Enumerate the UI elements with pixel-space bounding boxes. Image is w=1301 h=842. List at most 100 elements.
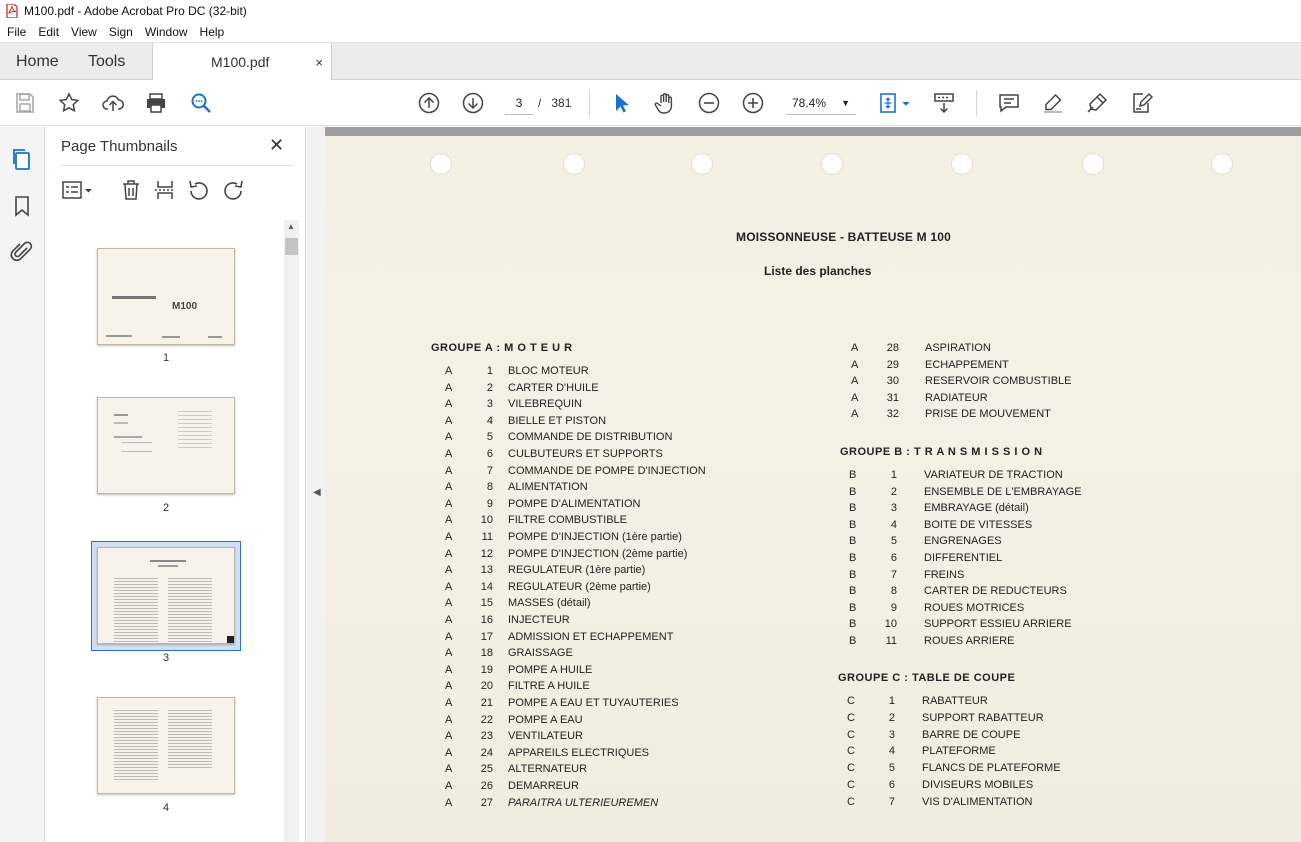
plate-group-letter: A: [445, 431, 453, 444]
tab-home[interactable]: Home: [16, 43, 59, 80]
page-fit-button[interactable]: [875, 89, 915, 117]
menu-edit[interactable]: Edit: [31, 25, 64, 39]
plate-title: COMMANDE DE DISTRIBUTION: [508, 431, 673, 444]
page-thumbnail-4[interactable]: [97, 697, 235, 794]
plate-number: 7: [888, 795, 895, 808]
comment-button[interactable]: [995, 89, 1023, 117]
collapse-panel-icon[interactable]: ◀: [313, 487, 321, 498]
plate-number: 4: [486, 414, 493, 427]
tab-tools[interactable]: Tools: [88, 43, 125, 80]
zoom-in-button[interactable]: [739, 89, 767, 117]
plate-title: DIFFERENTIEL: [924, 552, 1003, 564]
tab-close-icon[interactable]: ×: [315, 55, 323, 70]
plate-list-item: A 19 POMPE A HUILE: [445, 662, 745, 678]
menu-help[interactable]: Help: [193, 25, 230, 39]
save-button[interactable]: [11, 89, 39, 117]
plate-group-letter: A: [445, 663, 453, 676]
plate-list-item: A 6 CULBUTEURS ET SUPPORTS: [445, 446, 745, 462]
plate-group-letter: A: [445, 746, 453, 759]
find-button[interactable]: [187, 89, 215, 117]
plate-title: APPAREILS ELECTRIQUES: [508, 746, 650, 759]
plate-group-letter: A: [445, 647, 453, 660]
rotate-counterclockwise-button[interactable]: [187, 178, 211, 202]
page-thumbnail-1[interactable]: M100: [97, 248, 235, 345]
menu-sign[interactable]: Sign: [102, 25, 138, 39]
attachment-paperclip-icon[interactable]: [10, 240, 34, 264]
panel-splitter[interactable]: ◀: [305, 127, 325, 842]
page-thumbnail-2[interactable]: [97, 397, 235, 494]
plate-title: BIELLE ET PISTON: [508, 414, 607, 427]
scrolling-mode-button[interactable]: [930, 89, 958, 117]
plate-list-item: A 8 ALIMENTATION: [445, 479, 745, 495]
plate-group-letter: B: [849, 601, 857, 614]
plate-title: ALIMENTATION: [508, 481, 588, 494]
highlight-button[interactable]: [1039, 89, 1067, 117]
pen-draw-icon: [1087, 92, 1108, 113]
thumbnail-text-block: [168, 576, 212, 642]
menu-view[interactable]: View: [64, 25, 102, 39]
plate-group-letter: B: [849, 635, 857, 647]
previous-page-button[interactable]: [415, 89, 443, 117]
plate-group-letter: A: [445, 365, 453, 377]
plate-title: RESERVOIR COMBUSTIBLE: [925, 375, 1072, 388]
plate-title: BOITE DE VITESSES: [924, 518, 1033, 531]
thumbnail-text-block: [168, 708, 212, 770]
close-icon[interactable]: ✕: [269, 135, 284, 156]
fill-sign-button[interactable]: [1127, 89, 1155, 117]
print-button[interactable]: [142, 89, 170, 117]
plate-group-letter: A: [445, 497, 453, 510]
punch-hole: [1211, 153, 1233, 175]
plate-title: BARRE DE COUPE: [922, 728, 1021, 741]
plate-title: BLOC MOTEUR: [508, 365, 589, 377]
page-thumbnail-3[interactable]: [97, 547, 235, 644]
plate-title: FREINS: [924, 568, 965, 581]
bookmark-star-button[interactable]: [55, 89, 83, 117]
thumbnail-options-button[interactable]: [61, 178, 95, 202]
document-view[interactable]: MOISSONNEUSE - BATTEUSE M 100 Liste des …: [325, 127, 1301, 842]
plate-number: 23: [480, 730, 493, 743]
thumbnails-scrollbar[interactable]: ▲: [284, 220, 299, 842]
plate-number: 31: [886, 391, 899, 404]
plate-group-letter: A: [445, 464, 453, 477]
plate-number: 8: [890, 585, 897, 598]
page-number-input[interactable]: 3: [505, 91, 533, 115]
group-b-heading: GROUPE B : T R A N S M I S S I O N: [840, 446, 1043, 458]
pdf-page: MOISSONNEUSE - BATTEUSE M 100 Liste des …: [325, 136, 1301, 842]
plate-list-item: B 4 BOITE DE VITESSES: [849, 517, 1149, 533]
scroll-mode-icon: [934, 93, 954, 114]
plate-list-item: C 5 FLANCS DE PLATEFORME: [847, 760, 1147, 776]
plate-number: 1: [486, 365, 493, 377]
zoom-level-select[interactable]: 78.4% ▼: [786, 91, 856, 115]
plate-title: REGULATEUR (1ère partie): [508, 564, 646, 577]
next-page-button[interactable]: [459, 89, 487, 117]
draw-button[interactable]: [1083, 89, 1111, 117]
menu-file[interactable]: File: [0, 25, 31, 39]
plate-group-letter: A: [445, 531, 453, 543]
zoom-out-button[interactable]: [695, 89, 723, 117]
plate-title: ENSEMBLE DE L'EMBRAYAGE: [924, 485, 1082, 498]
plate-list-item: A 1 BLOC MOTEUR: [445, 363, 745, 379]
thumbnails-icon[interactable]: [10, 147, 34, 171]
hand-tool-button[interactable]: [651, 89, 679, 117]
page-thumbnails-panel: Page Thumbnails ✕ M100 1 2 3 4 ▲: [45, 127, 305, 842]
plate-title: POMPE A EAU ET TUYAUTERIES: [508, 697, 679, 709]
rotate-clockwise-button[interactable]: [221, 178, 245, 202]
upload-button[interactable]: [99, 89, 127, 117]
select-tool-button[interactable]: [607, 89, 635, 117]
cursor-arrow-icon: [616, 94, 629, 113]
scrollbar-thumb[interactable]: [285, 238, 298, 255]
plate-title: VARIATEUR DE TRACTION: [924, 469, 1063, 481]
tab-document[interactable]: M100.pdf ×: [152, 43, 332, 81]
delete-page-button[interactable]: [119, 178, 143, 202]
printer-icon: [147, 93, 165, 113]
tab-document-label: M100.pdf: [211, 54, 270, 70]
menu-window[interactable]: Window: [138, 25, 193, 39]
scroll-up-icon[interactable]: ▲: [287, 222, 295, 231]
plate-title: REGULATEUR (2ème partie): [508, 580, 651, 593]
plate-title: RABATTEUR: [922, 695, 988, 707]
bookmark-icon[interactable]: [10, 194, 34, 218]
thumbnail-resize-handle[interactable]: [227, 636, 234, 643]
plate-number: 24: [480, 746, 493, 759]
plate-list-item: B 2 ENSEMBLE DE L'EMBRAYAGE: [849, 484, 1149, 500]
extract-page-button[interactable]: [153, 178, 177, 202]
